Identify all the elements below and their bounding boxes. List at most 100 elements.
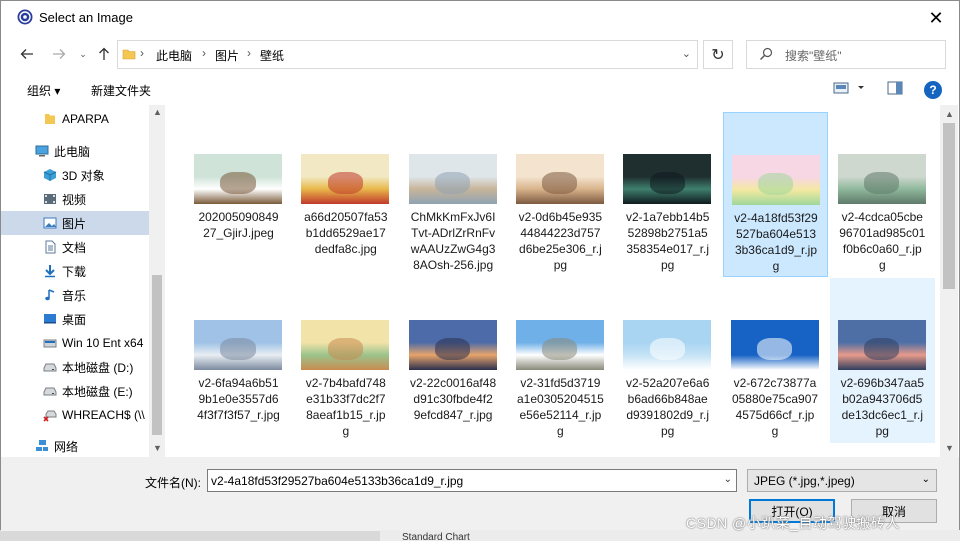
up-button[interactable] (94, 44, 114, 64)
sidebar-item-downloads[interactable]: 下载 (1, 259, 149, 283)
file-item[interactable]: v2-4cdca05cbe 96701ad985c01 f0b6c0a60_r.jp… (830, 112, 935, 277)
file-thumbnail (408, 154, 497, 204)
breadcrumb-wallpapers[interactable]: 壁纸 (260, 47, 284, 64)
file-item[interactable]: v2-696b347aa5 b02a943706d5 de13dc6ec1_r.j p… (829, 278, 935, 443)
music-icon (45, 289, 55, 301)
address-bar[interactable]: › 此电脑 › 图片 › 壁纸 ⌄ (117, 40, 698, 69)
refresh-icon: ↻ (711, 46, 725, 64)
navigation-bar: ⌄ › 此电脑 › 图片 › 壁纸 ⌄ ↻ 搜索"壁纸" (1, 35, 959, 73)
sidebar-item-3d-objects[interactable]: 3D 对象 (1, 163, 149, 187)
help-button[interactable]: ? (924, 81, 942, 99)
file-type-select[interactable]: JPEG (*.jpg,*.jpeg) ⌄ (747, 469, 937, 492)
scroll-up-icon[interactable]: ▲ (945, 109, 954, 119)
scroll-up-icon[interactable]: ▲ (153, 107, 162, 117)
file-name-line: e31b33f7dc2f7 (306, 392, 386, 406)
file-name-line: d9391802d9_r.j (626, 408, 710, 422)
file-name-line: b6ad66b848ae (627, 392, 708, 406)
sidebar-item-network[interactable]: 网络 (1, 434, 149, 458)
app-icon (17, 9, 33, 25)
file-name-line: a1e0305204515 (517, 392, 604, 406)
sidebar-item-videos[interactable]: 视频 (1, 187, 149, 211)
view-options-button[interactable] (833, 81, 867, 98)
file-item[interactable]: a66d20507fa53 b1dd6529ae17 dedfa8c.jpg (293, 112, 398, 277)
file-name: v2-696b347aa5 b02a943706d5 de13dc6ec1_r.j p… (834, 375, 931, 439)
address-dropdown-icon[interactable]: ⌄ (682, 47, 691, 60)
content-scroll-thumb[interactable] (943, 123, 955, 289)
scroll-down-icon[interactable]: ▼ (153, 443, 162, 453)
sidebar-item-drive-d[interactable]: 本地磁盘 (D:) (1, 355, 149, 379)
file-item[interactable]: v2-6fa94a6b51 9b1e0e3557d6 4f3f7f3f57_r.jp… (186, 278, 291, 443)
file-item[interactable]: v2-52a207e6a6 b6ad66b848ae d9391802d9_r.j p… (615, 278, 720, 443)
file-thumbnail (837, 154, 926, 204)
breadcrumb-pictures[interactable]: 图片 (215, 47, 239, 64)
file-name-line: b1dd6529ae17 (305, 226, 386, 240)
sidebar-scrollbar[interactable]: ▲ ▼ (149, 105, 165, 457)
preview-pane-button[interactable] (887, 81, 903, 98)
search-placeholder: 搜索"壁纸" (785, 49, 842, 63)
search-icon (760, 47, 773, 60)
pictures-icon (43, 217, 57, 229)
filename-input[interactable]: v2-4a18fd53f29527ba604e5133b36ca1d9_r.jp… (207, 469, 737, 492)
file-name-line: 96701ad985c01 (839, 226, 926, 240)
drive-icon (43, 387, 57, 396)
drive-icon (43, 339, 57, 348)
file-name-line: b02a943706d5 (842, 392, 923, 406)
file-name: v2-52a207e6a6 b6ad66b848ae d9391802d9_r.j p… (619, 375, 716, 439)
content-scrollbar[interactable]: ▲ ▼ (940, 105, 958, 457)
view-icon (833, 82, 864, 94)
file-item[interactable]: v2-7b4bafd748 e31b33f7dc2f7 8aeaf1b15_r.jp… (293, 278, 398, 443)
file-name-line: f0b6c0a60_r.jp (842, 242, 922, 256)
3d-objects-icon (43, 169, 57, 181)
video-icon (44, 194, 56, 204)
file-name-line: v2-7b4bafd748 (305, 376, 386, 390)
sidebar-scroll-thumb[interactable] (152, 275, 162, 435)
file-name-line: d91c30fbde4f2 (413, 392, 493, 406)
file-item[interactable]: v2-0d6b45e935 44844223d757 d6be25e306_r.j p… (508, 112, 613, 277)
sidebar-item-music[interactable]: 音乐 (1, 283, 149, 307)
title-bar: Select an Image ✕ (1, 1, 959, 35)
file-item[interactable]: v2-1a7ebb14b5 52898b2751a5 358354e017_r.j p… (615, 112, 720, 277)
forward-button[interactable] (49, 44, 69, 64)
file-name-line: e56e52114_r.jp (519, 408, 602, 422)
sidebar-item-this-pc[interactable]: 此电脑 (1, 139, 149, 163)
file-name: a66d20507fa53 b1dd6529ae17 dedfa8c.jpg (297, 209, 394, 257)
sidebar-item-label: WHREACH$ (\\ (62, 408, 145, 422)
file-name-line: 9b1e0e3557d6 (198, 392, 279, 406)
file-thumbnail (730, 320, 819, 370)
file-name-line: pg (875, 424, 889, 438)
sidebar-item-desktop[interactable]: 桌面 (1, 307, 149, 331)
file-name: v2-672c73877a 05880e75ca907 4575d66cf_r.jp… (727, 375, 824, 439)
scroll-down-icon[interactable]: ▼ (945, 443, 954, 453)
file-item[interactable]: v2-22c0016af48 d91c30fbde4f2 9efcd847_r.jp… (401, 278, 506, 443)
sidebar-item-documents[interactable]: 文档 (1, 235, 149, 259)
file-item[interactable]: 202005090849 27_GjirJ.jpeg (186, 112, 291, 277)
back-arrow-icon (20, 49, 33, 59)
file-name: v2-7b4bafd748 e31b33f7dc2f7 8aeaf1b15_r.jp… (297, 375, 394, 439)
new-folder-button[interactable]: 新建文件夹 (91, 82, 151, 99)
file-item[interactable]: v2-672c73877a 05880e75ca907 4575d66cf_r.jp… (723, 278, 828, 443)
file-name-line: 202005090849 (198, 210, 279, 224)
sidebar-item-drive-e[interactable]: 本地磁盘 (E:) (1, 379, 149, 403)
file-thumbnail (194, 154, 282, 204)
sidebar-item-pictures[interactable]: 图片 (1, 211, 149, 235)
sidebar-item-label: 本地磁盘 (D:) (62, 360, 134, 375)
search-input[interactable]: 搜索"壁纸" (746, 40, 946, 69)
file-item[interactable]: v2-4a18fd53f29 527ba604e513 3b36ca1d9_r.jp… (722, 112, 828, 277)
file-thumbnail (515, 154, 604, 204)
file-thumbnail (623, 154, 712, 204)
sidebar-item-network-drive[interactable]: WHREACH$ (\\ (1, 403, 149, 427)
file-item[interactable]: v2-31fd5d3719 a1e0305204515 e56e52114_r.jp… (508, 278, 613, 443)
breadcrumb-this-pc[interactable]: 此电脑 (156, 47, 192, 64)
close-button[interactable]: ✕ (913, 1, 959, 35)
chevron-down-icon[interactable]: ⌄ (724, 474, 732, 485)
back-button[interactable] (17, 44, 37, 64)
sidebar-item-win10-drive[interactable]: Win 10 Ent x64 (1, 331, 149, 355)
file-name: v2-0d6b45e935 44844223d757 d6be25e306_r.j p… (512, 209, 609, 273)
file-item[interactable]: ChMkKmFxJv6I Tvt-ADrlZrRnFv wAAUzZwG4g3 8AO… (401, 112, 506, 277)
organize-button[interactable]: 组织 ▾ (27, 82, 60, 99)
sidebar-item-aparpa[interactable]: APARPA (1, 107, 149, 131)
recent-locations-button[interactable]: ⌄ (73, 44, 93, 64)
file-name-line: wAAUzZwG4g3 (410, 242, 496, 256)
refresh-button[interactable]: ↻ (703, 40, 733, 69)
sidebar-item-label: 桌面 (62, 312, 87, 327)
